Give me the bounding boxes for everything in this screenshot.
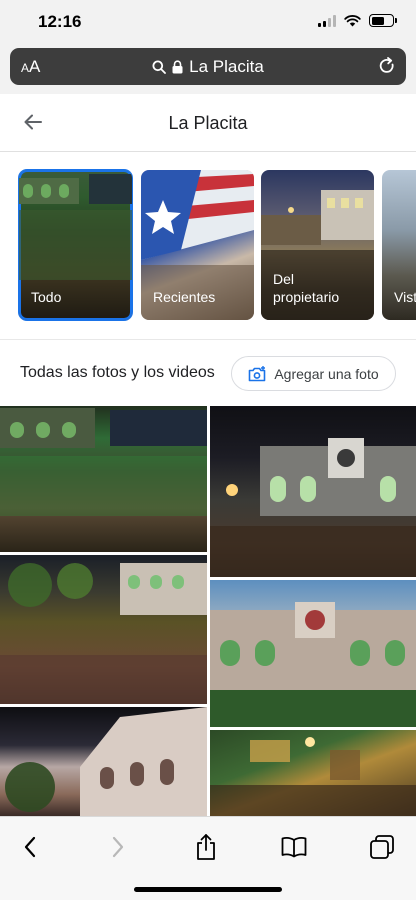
status-time: 12:16 — [38, 12, 82, 31]
photo-grid — [0, 406, 416, 816]
market-facade-night-photo — [210, 438, 416, 577]
photo-tile[interactable] — [0, 707, 207, 816]
page-header: La Placita — [0, 94, 416, 152]
share-icon — [197, 834, 215, 860]
browser-toolbar — [0, 816, 416, 900]
tabs-icon — [370, 835, 394, 859]
address-bar[interactable]: AA La Placita — [10, 48, 406, 85]
market-building-night-photo — [5, 707, 207, 816]
add-photo-icon — [249, 365, 266, 381]
bookmarks-button[interactable] — [280, 833, 308, 861]
photo-categories: Todo Recientes Del propietario Vist — [0, 152, 416, 340]
wifi-icon — [344, 14, 361, 26]
category-card-todo[interactable]: Todo — [19, 170, 132, 320]
category-label: Vist — [394, 288, 416, 305]
category-label: Del propietario — [273, 270, 340, 305]
crowd-night-photo — [0, 408, 207, 516]
battery-level — [371, 16, 384, 25]
add-photo-label: Agregar una foto — [274, 365, 379, 382]
status-icons — [318, 14, 397, 27]
photo-tile[interactable] — [210, 730, 416, 816]
photo-tile[interactable] — [0, 406, 207, 552]
category-card-recientes[interactable]: Recientes — [141, 170, 254, 320]
lock-icon — [172, 59, 183, 73]
category-card-del-propietario[interactable]: Del propietario — [261, 170, 374, 320]
reload-icon[interactable] — [377, 56, 397, 76]
photo-tile[interactable] — [210, 580, 416, 727]
category-card-vistas[interactable]: Vist — [382, 170, 416, 320]
photo-tile[interactable] — [0, 555, 207, 704]
battery-icon — [369, 14, 397, 27]
interior-bar-photo — [210, 737, 416, 816]
home-indicator — [134, 887, 282, 892]
status-bar: 12:16 — [0, 0, 416, 44]
chevron-left-icon — [24, 836, 36, 858]
section-title: Todas las fotos y los videos — [20, 364, 215, 381]
photo-tile[interactable] — [210, 406, 416, 577]
street-night-photo — [0, 563, 207, 704]
chevron-right-icon — [112, 836, 124, 858]
market-facade-day-photo — [210, 602, 416, 727]
cellular-signal-icon — [318, 14, 336, 27]
search-icon — [152, 60, 167, 74]
book-icon — [281, 836, 307, 858]
category-label: Recientes — [153, 288, 216, 305]
page-title: La Placita — [168, 113, 248, 133]
browser-forward-button[interactable] — [104, 833, 132, 861]
category-label: Todo — [31, 288, 62, 305]
add-photo-button[interactable]: Agregar una foto — [231, 356, 396, 391]
browser-chrome: AA La Placita — [0, 44, 416, 94]
tabs-button[interactable] — [368, 833, 396, 861]
address-text: La Placita — [189, 56, 264, 76]
address-field[interactable]: La Placita — [10, 48, 406, 85]
section-header: Todas las fotos y los videos Agregar una… — [0, 340, 416, 406]
share-button[interactable] — [192, 833, 220, 861]
browser-back-button[interactable] — [16, 833, 44, 861]
